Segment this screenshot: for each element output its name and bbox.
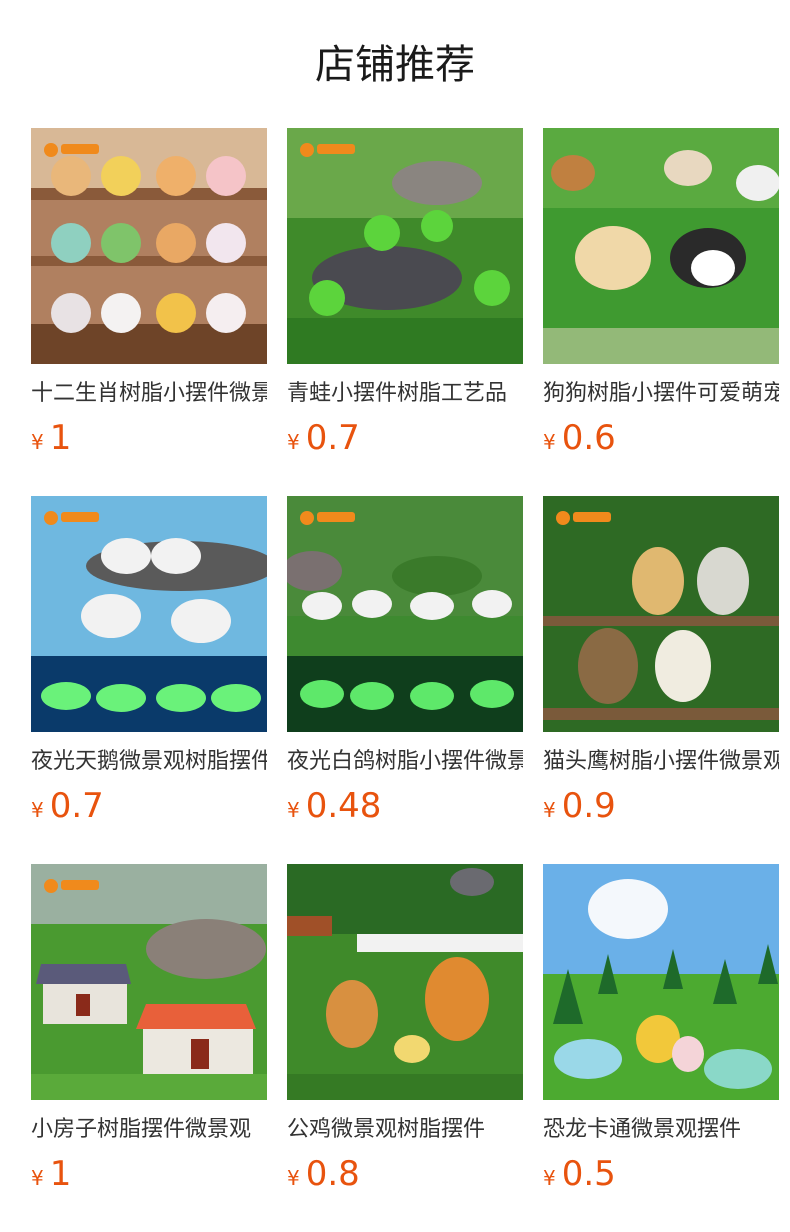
currency-symbol: ¥ <box>287 1166 300 1190</box>
product-name[interactable]: 夜光天鹅微景观树脂摆件 <box>31 745 267 779</box>
product-name[interactable]: 夜光白鸽树脂小摆件微景观 <box>287 745 523 779</box>
dog-figurines-image[interactable] <box>543 128 779 364</box>
currency-symbol: ¥ <box>543 1166 556 1190</box>
currency-symbol: ¥ <box>31 1166 44 1190</box>
rooster-figurines-image[interactable] <box>287 864 523 1100</box>
house-figurines-image[interactable] <box>31 864 267 1100</box>
product-price: ¥0.8 <box>287 1154 360 1194</box>
product-name[interactable]: 狗狗树脂小摆件可爱萌宠 <box>543 377 779 411</box>
product-name[interactable]: 小房子树脂摆件微景观 <box>31 1113 267 1147</box>
currency-symbol: ¥ <box>543 798 556 822</box>
currency-symbol: ¥ <box>31 798 44 822</box>
page-title: 店铺推荐 <box>315 42 475 88</box>
product-name[interactable]: 青蛙小摆件树脂工艺品 <box>287 377 523 411</box>
product-name[interactable]: 十二生肖树脂小摆件微景观 <box>31 377 267 411</box>
currency-symbol: ¥ <box>287 430 300 454</box>
product-price: ¥0.7 <box>287 418 360 458</box>
swan-figurines-image[interactable] <box>31 496 267 732</box>
product-price: ¥0.7 <box>31 786 104 826</box>
product-price: ¥0.6 <box>543 418 616 458</box>
currency-symbol: ¥ <box>287 798 300 822</box>
product-price: ¥0.48 <box>287 786 382 826</box>
currency-symbol: ¥ <box>31 430 44 454</box>
zodiac-figurines-image[interactable] <box>31 128 267 364</box>
product-price: ¥1 <box>31 1154 72 1194</box>
product-price: ¥1 <box>31 418 72 458</box>
currency-symbol: ¥ <box>543 430 556 454</box>
product-price: ¥0.5 <box>543 1154 616 1194</box>
frog-figurines-image[interactable] <box>287 128 523 364</box>
product-name[interactable]: 猫头鹰树脂小摆件微景观 <box>543 745 779 779</box>
dinosaur-figurines-image[interactable] <box>543 864 779 1100</box>
dove-figurines-image[interactable] <box>287 496 523 732</box>
product-name[interactable]: 公鸡微景观树脂摆件 <box>287 1113 523 1147</box>
product-name[interactable]: 恐龙卡通微景观摆件 <box>543 1113 779 1147</box>
owl-figurines-image[interactable] <box>543 496 779 732</box>
product-price: ¥0.9 <box>543 786 616 826</box>
